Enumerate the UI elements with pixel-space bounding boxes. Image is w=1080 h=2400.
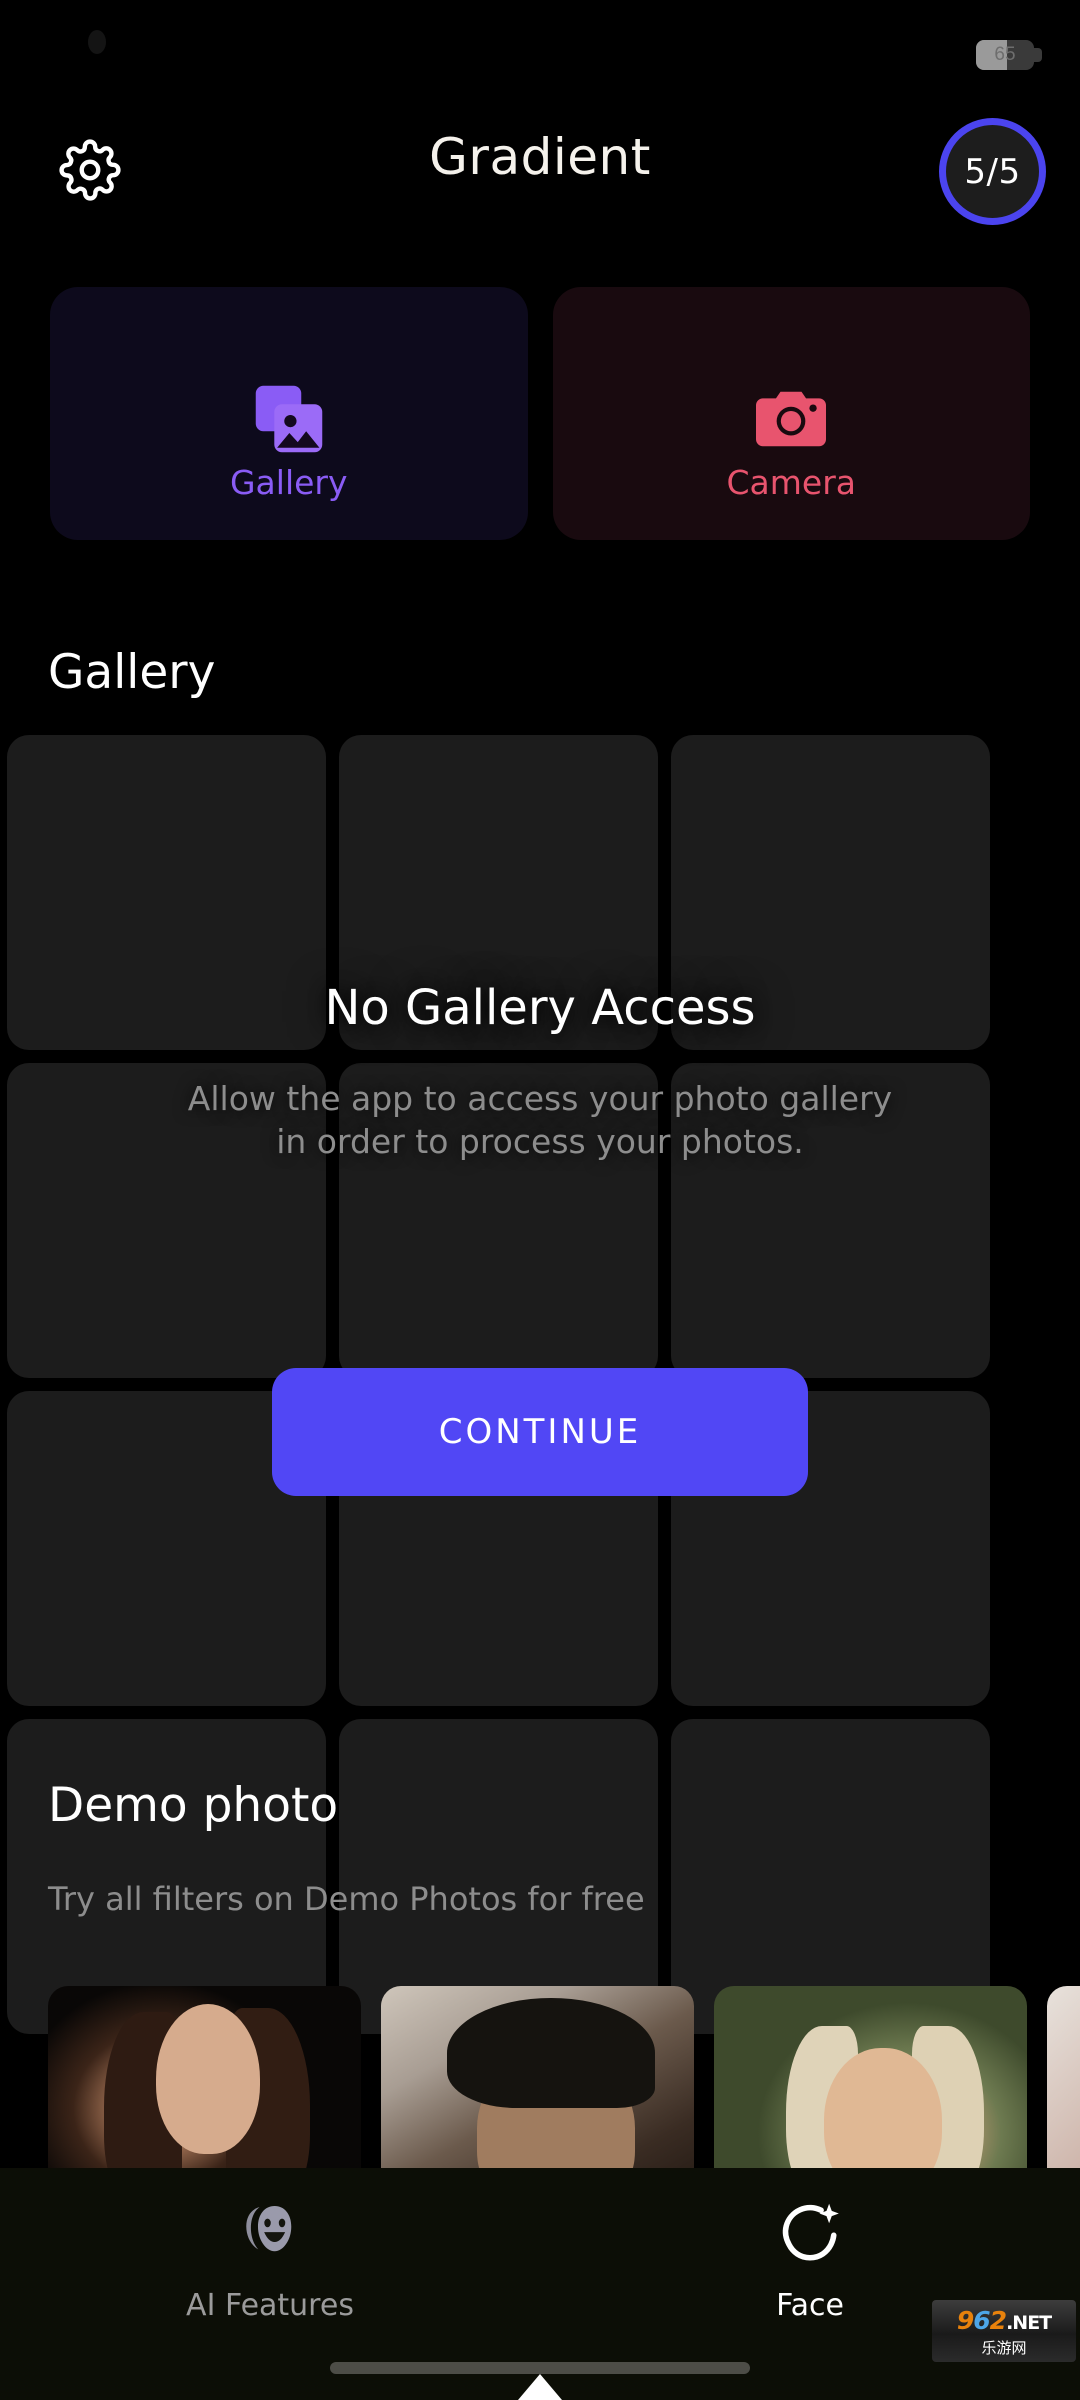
face-sparkle-icon — [773, 2194, 847, 2274]
portrait-shape — [156, 2004, 260, 2154]
demo-photo-thumbnail[interactable] — [1047, 1986, 1080, 2196]
gallery-tile[interactable] — [671, 735, 990, 1050]
continue-button[interactable]: CONTINUE — [272, 1368, 808, 1496]
nav-label-face: Face — [776, 2288, 844, 2323]
battery-percent-label: 65 — [994, 44, 1016, 65]
watermark-subtitle: 乐游网 — [981, 2339, 1027, 2357]
theater-mask-icon — [233, 2194, 307, 2274]
bottom-nav-items: AI Features Face — [0, 2194, 1080, 2323]
camera-icon — [749, 377, 833, 461]
watermark-digit-6: 6 — [973, 2306, 990, 2335]
gallery-section-heading: Gallery — [48, 645, 216, 700]
camera-punch-hole — [88, 30, 106, 54]
gallery-source-card[interactable]: Gallery — [50, 287, 528, 540]
bottom-navigation-bar: AI Features Face — [0, 2168, 1080, 2400]
gallery-tile[interactable] — [339, 735, 658, 1050]
nav-up-caret-icon[interactable] — [518, 2374, 562, 2400]
demo-photo-carousel[interactable] — [48, 1986, 1080, 2196]
camera-source-label: Camera — [726, 463, 856, 502]
battery-nub — [1034, 48, 1042, 62]
source-selector-row: Gallery Camera — [50, 287, 1030, 540]
demo-section-subtitle: Try all filters on Demo Photos for free — [48, 1880, 645, 1918]
watermark-digit-2: 2 — [989, 2306, 1007, 2335]
gallery-tile[interactable] — [7, 735, 326, 1050]
demo-section-heading: Demo photo — [48, 1778, 339, 1833]
credits-counter-badge[interactable]: 5/5 — [939, 118, 1046, 225]
gallery-tile[interactable] — [7, 1063, 326, 1378]
home-indicator[interactable] — [330, 2362, 750, 2374]
credits-counter-label: 5/5 — [964, 151, 1021, 192]
demo-photo-thumbnail[interactable] — [714, 1986, 1027, 2196]
site-watermark: 962.NET 乐游网 — [932, 2300, 1076, 2362]
watermark-domain: .NET — [1006, 2312, 1052, 2334]
watermark-digit-9: 9 — [956, 2306, 974, 2335]
portrait-shape — [447, 1998, 655, 2108]
gallery-tile[interactable] — [671, 1063, 990, 1378]
nav-item-ai-features[interactable]: AI Features — [0, 2194, 540, 2323]
nav-label-ai-features: AI Features — [186, 2288, 354, 2323]
status-bar: 65 — [0, 0, 1080, 90]
battery-icon: 65 — [976, 40, 1034, 70]
demo-photo-thumbnail[interactable] — [48, 1986, 361, 2196]
gallery-tile[interactable] — [339, 1063, 658, 1378]
gallery-source-label: Gallery — [229, 463, 348, 502]
camera-source-card[interactable]: Camera — [552, 287, 1030, 540]
page-title: Gradient — [429, 128, 651, 186]
demo-photo-thumbnail[interactable] — [381, 1986, 694, 2196]
images-icon — [247, 377, 331, 461]
app-bar: Gradient 5/5 — [0, 110, 1080, 230]
watermark-logo-text: 962.NET — [932, 2306, 1076, 2335]
